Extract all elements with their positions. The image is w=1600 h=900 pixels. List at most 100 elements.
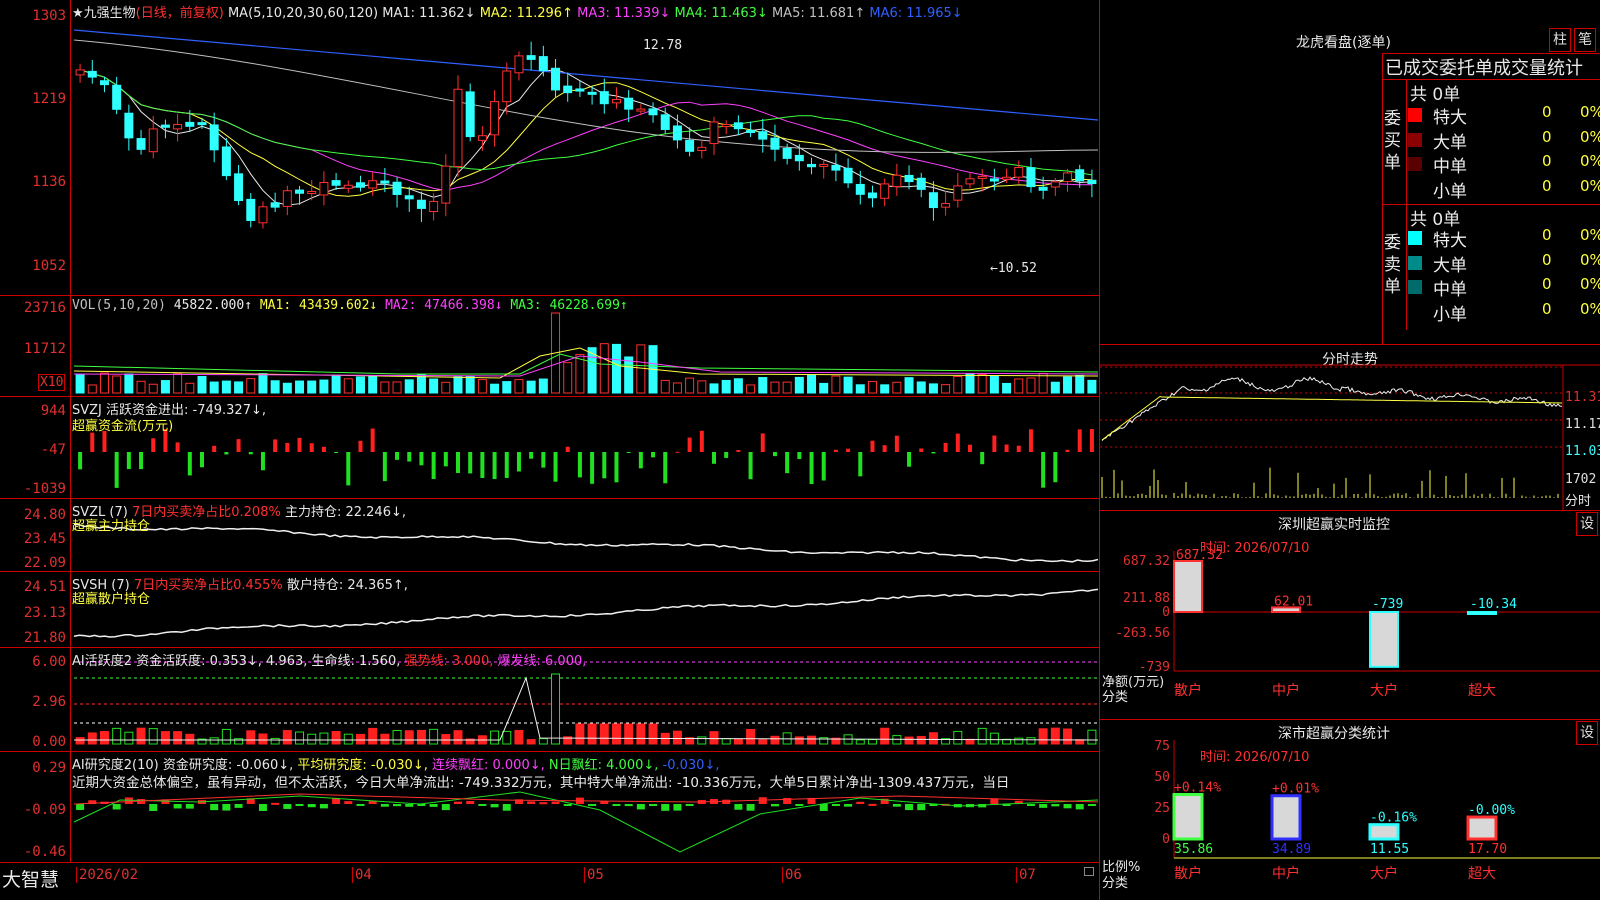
order-type: 特大 [1433, 231, 1467, 251]
volume-bar [892, 381, 902, 394]
activity-bar [526, 739, 536, 745]
activity-bar [185, 733, 195, 745]
candle-body [855, 183, 865, 195]
activity-bar [258, 733, 268, 745]
flow-bar [212, 445, 217, 452]
research-bar [490, 804, 499, 808]
order-row: 中单 0 0% [1408, 275, 1600, 300]
intraday-chart[interactable] [1100, 345, 1600, 510]
candle-body [87, 70, 97, 78]
volume-bar [782, 381, 792, 394]
research-bar [478, 804, 487, 806]
flow-bar [346, 452, 351, 486]
volume-bar [429, 378, 439, 394]
price-mode[interactable]: (日线，前复权) [136, 6, 224, 21]
svsh-ratio: 7日内买卖净占比0.455% [133, 578, 283, 593]
activity-bar [575, 723, 585, 745]
candle-body [928, 192, 938, 209]
order-row: 特大 0 0% [1408, 103, 1600, 128]
svzj-subtitle: 超赢资金流(万元) [72, 419, 174, 434]
time-axis[interactable]: 大智慧 2026/02 04 05 06 07 [0, 863, 1100, 900]
research-bar [746, 804, 755, 811]
candle-body [160, 124, 170, 128]
flow-bar [870, 440, 875, 452]
ai-research-description: 近期大资金总体偏空，虽有异动，但不太活跃，今日大单净流出: -749.332万元… [72, 775, 1010, 791]
price-pane[interactable]: 1303 1219 1136 1052 ★九强生物(日线，前复权) MA(5,1… [0, 0, 1100, 296]
tick-mode-button[interactable]: 笔 [1574, 28, 1596, 52]
volume-bar [831, 375, 841, 394]
candle-body [685, 139, 695, 152]
candle-body [1063, 172, 1073, 183]
svsh-pane[interactable]: 24.51 23.13 21.80 SVSH (7) 7日内买卖净占比0.455… [0, 572, 1100, 648]
candle-body [368, 180, 378, 189]
volume-pane[interactable]: 23716 11712 X10 VOL(5,10,20) 45822.000↑ … [0, 296, 1100, 397]
flow-bar [772, 452, 777, 457]
candle-body [733, 122, 743, 130]
volume-bar [965, 373, 975, 394]
activity-bar [538, 738, 548, 745]
stock-name[interactable]: ★九强生物 [72, 6, 136, 21]
order-color-swatch [1408, 157, 1422, 171]
research-bar [76, 804, 85, 810]
volume-header: VOL(5,10,20) 45822.000↑ MA1: 43439.602↓ … [72, 298, 628, 313]
order-percent: 0% [1580, 299, 1600, 318]
order-row: 中单 0 0% [1408, 152, 1600, 177]
volume-bar [99, 372, 109, 394]
intraday-panel[interactable]: 分时走势 11.31 11.17 11.03 1702 分时 [1100, 345, 1600, 511]
flow-bar [102, 431, 107, 452]
price-header: ★九强生物(日线，前复权) MA(5,10,20,30,60,120) MA1:… [72, 2, 963, 21]
research-bar [356, 804, 365, 806]
research-bar [722, 799, 731, 804]
candle-body [380, 180, 390, 184]
research-bar [405, 804, 414, 807]
volume-bar [221, 380, 231, 394]
volume-bar [1014, 378, 1024, 394]
ai-research-pane[interactable]: 0.29 -0.09 -0.46 AI研究度2(10) 资金研究度: -0.06… [0, 752, 1100, 863]
flow-bar [992, 435, 997, 452]
order-type: 特大 [1433, 108, 1467, 128]
activity-bar [282, 730, 292, 745]
activity-bar [794, 736, 804, 745]
net-amount-tick: 687.32 [1123, 554, 1170, 569]
candle-body [343, 184, 353, 189]
svzj-pane[interactable]: 944 -47 -1039 SVZJ 活跃资金进出: -749.327↓, 超赢… [0, 397, 1100, 499]
low-price-label: ←10.52 [990, 261, 1037, 276]
candlestick-chart[interactable] [0, 0, 1100, 295]
volume-bar [819, 382, 829, 394]
flow-bar [297, 437, 302, 452]
net-amount-tick: 0 [1162, 605, 1170, 620]
svsh-subtitle: 超赢散户持仓 [72, 592, 151, 607]
ratio-value: 34.89 [1272, 842, 1311, 857]
flow-bar [175, 442, 180, 452]
activity-bar [770, 735, 780, 745]
research-bar [819, 804, 828, 811]
research-bar [380, 804, 389, 807]
volume-bar [185, 382, 195, 394]
net-amount-tick: -263.56 [1115, 626, 1170, 641]
flow-bar [1065, 449, 1070, 452]
sz-monitor-panel[interactable]: 深圳超赢实时监控 设 时间: 2026/07/10 687.32 211.88 0-… [1100, 511, 1600, 720]
lock-icon[interactable] [1084, 867, 1094, 876]
ma1-value: MA1: 11.362↓ [382, 6, 476, 21]
flow-bar [224, 452, 229, 455]
candle-body [648, 108, 658, 116]
ratio-chart[interactable]: 75 50 25 0 +0.14% 35.86 散户 +0.01% 34.89 中户 -0.16% 1… [1100, 720, 1600, 900]
volume-bar [575, 353, 585, 394]
candle-body [173, 124, 183, 130]
volume-bar [87, 384, 97, 394]
candle-body [441, 165, 451, 204]
research-bar [856, 801, 865, 804]
category-label: 大户 [1370, 682, 1398, 699]
candle-body [502, 70, 512, 103]
activity-bar [209, 737, 219, 745]
sz-class-panel[interactable]: 深市超赢分类统计 设 时间: 2026/07/10 75 50 25 0 +0.14% 3… [1100, 720, 1600, 900]
net-amount-chart[interactable]: 687.32 211.880 -263.56 -739 687.32 散户 62.01 中户 -… [1100, 511, 1600, 719]
svzl-pane[interactable]: 24.80 23.45 22.09 SVZL (7) 7日内买卖净占比0.208… [0, 499, 1100, 572]
research-bar [527, 801, 536, 804]
ai-activity-pane[interactable]: 6.00 2.96 0.00 AI活跃度2 资金活跃度: 0.353↓, 4.9… [0, 648, 1100, 752]
candle-body [636, 108, 646, 112]
high-price-label: 12.78 [643, 38, 683, 53]
activity-bar [75, 737, 85, 745]
order-type: 中单 [1433, 280, 1467, 300]
bar-mode-button[interactable]: 柱 [1549, 28, 1571, 52]
